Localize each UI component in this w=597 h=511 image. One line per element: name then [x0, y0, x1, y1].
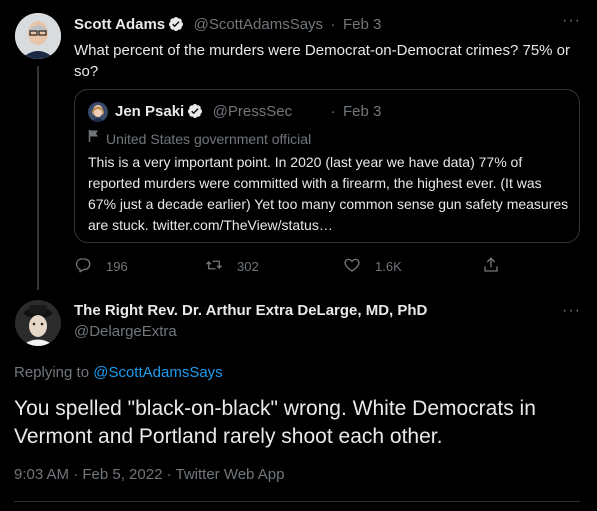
government-label-text: United States government official — [106, 130, 312, 147]
retweet-icon — [205, 256, 223, 277]
share-icon — [482, 256, 500, 277]
like-count: 1.6K — [375, 259, 402, 274]
tweet-date[interactable]: Feb 3 — [343, 16, 381, 33]
reply-icon — [74, 256, 92, 277]
bottom-divider — [14, 501, 580, 502]
quoted-tweet[interactable]: Jen Psaki @PressSec · Feb 3 United State… — [74, 89, 580, 243]
share-button[interactable] — [482, 256, 500, 277]
reply-more-options-icon[interactable]: ··· — [562, 302, 581, 320]
flag-icon — [88, 129, 100, 148]
government-label: United States government official — [88, 129, 311, 148]
reply-timestamp[interactable]: 9:03 AM · Feb 5, 2022 · Twitter Web App — [14, 466, 284, 483]
avatar-delarge-extra[interactable] — [15, 300, 61, 346]
avatar-jen-psaki — [88, 102, 108, 122]
like-button[interactable]: 1.6K — [343, 256, 402, 277]
quote-header: Jen Psaki @PressSec · Feb 3 — [115, 103, 381, 121]
author-handle[interactable]: @ScottAdamsSays — [194, 16, 323, 33]
heart-icon — [343, 256, 361, 277]
quote-author-name: Jen Psaki — [115, 103, 185, 120]
replying-to: Replying to @ScottAdamsSays — [14, 364, 223, 381]
tweet-text: What percent of the murders were Democra… — [74, 42, 571, 80]
quote-text: This is a very important point. In 2020 … — [88, 154, 569, 233]
tweet-header: Scott Adams @ScottAdamsSays · Feb 3 — [74, 16, 381, 34]
verified-badge-icon — [187, 103, 203, 119]
reply-count: 196 — [106, 259, 128, 274]
quote-author-handle: @PressSec — [212, 103, 293, 120]
reply-text: You spelled "black-on-black" wrong. Whit… — [14, 397, 536, 448]
quote-date: Feb 3 — [343, 103, 382, 120]
reply-author-handle[interactable]: @DelargeExtra — [74, 323, 177, 340]
verified-badge-icon — [168, 16, 184, 32]
quote-separator: · — [330, 103, 336, 120]
header-separator: · — [330, 16, 336, 33]
reply-button[interactable]: 196 — [74, 256, 128, 277]
more-options-icon[interactable]: ··· — [562, 12, 581, 30]
reply-author-name[interactable]: The Right Rev. Dr. Arthur Extra DeLarge,… — [74, 302, 427, 319]
replying-to-handle-link[interactable]: @ScottAdamsSays — [93, 364, 222, 381]
avatar-scott-adams[interactable] — [15, 13, 61, 59]
replying-to-prefix: Replying to — [14, 364, 90, 381]
retweet-button[interactable]: 302 — [205, 256, 259, 277]
retweet-count: 302 — [237, 259, 259, 274]
thread-connector-line — [37, 66, 39, 290]
author-name[interactable]: Scott Adams — [74, 16, 165, 33]
